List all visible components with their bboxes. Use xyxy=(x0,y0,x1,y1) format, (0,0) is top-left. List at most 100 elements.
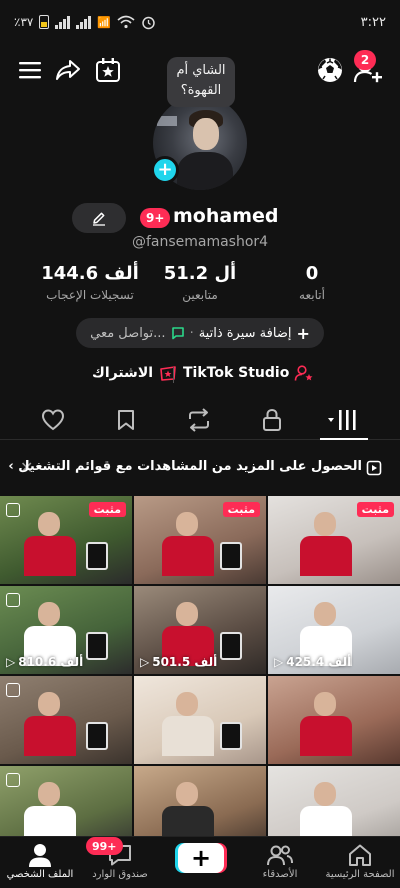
nav-profile[interactable]: الملف الشخصي xyxy=(0,841,80,880)
play-icon: ▷ xyxy=(274,655,284,669)
play-icon: ▷ xyxy=(6,655,16,669)
add-bio-label[interactable]: إضافة سيرة ذاتية xyxy=(199,326,292,341)
thumbnail-person-head xyxy=(38,512,60,536)
pencil-icon xyxy=(93,212,105,226)
tab-favorites[interactable] xyxy=(111,406,141,434)
select-checkbox[interactable] xyxy=(6,593,20,607)
video-thumbnail[interactable] xyxy=(134,766,266,838)
status-bar: ٪٣٧ 📶 ٣:٢٢ xyxy=(0,0,400,44)
create-plus-icon: + xyxy=(190,844,212,872)
inbox-badge: 99+ xyxy=(86,837,123,855)
video-thumbnail[interactable]: مثبت xyxy=(134,496,266,584)
nav-friends[interactable]: الأصدقاء xyxy=(240,841,320,880)
notification-badge: 2 xyxy=(354,50,376,70)
followers-count: 51.2 أل xyxy=(163,263,237,284)
thumbnail-person-head xyxy=(314,602,336,626)
thumbnail-jersey xyxy=(300,536,352,576)
select-checkbox[interactable] xyxy=(6,503,20,517)
plus-icon: + xyxy=(296,323,310,343)
followers-label: متابعين xyxy=(182,288,218,302)
thumbnail-phone-overlay xyxy=(86,542,108,570)
profile-note-bubble[interactable]: الشاي أم القهوة؟ xyxy=(167,57,235,107)
thumbnail-phone-overlay xyxy=(220,722,242,750)
battery-percent: ٪٣٧ xyxy=(14,15,34,29)
links-divider xyxy=(173,367,174,383)
select-checkbox[interactable] xyxy=(6,683,20,697)
signal-icon xyxy=(55,15,71,29)
edit-profile-button[interactable] xyxy=(72,203,126,233)
avatar-add-button[interactable]: + xyxy=(151,156,179,184)
volte-icon: 📶 xyxy=(97,15,112,29)
friends-icon xyxy=(267,845,293,866)
stats-row: 0 أتابعه 51.2 أل متابعين 144.6 ألف تسجيل… xyxy=(0,263,400,305)
video-thumbnail[interactable] xyxy=(0,766,132,838)
video-thumbnail[interactable] xyxy=(268,766,400,838)
repost-icon xyxy=(189,408,209,432)
content-tabs xyxy=(0,400,400,440)
menu-button[interactable] xyxy=(14,54,46,86)
thumbnail-person-head xyxy=(176,512,198,536)
thumbnail-person-head xyxy=(38,692,60,716)
video-thumbnail[interactable] xyxy=(134,676,266,764)
video-thumbnail[interactable]: ▷ 501.5 ألف xyxy=(134,586,266,674)
avatar-face xyxy=(193,118,219,150)
thumbnail-jersey xyxy=(24,716,76,756)
heart-icon xyxy=(41,409,65,431)
video-thumbnail[interactable] xyxy=(0,676,132,764)
stat-following[interactable]: 0 أتابعه xyxy=(252,263,372,302)
bio-contact-pill: تواصل معي... · إضافة سيرة ذاتية + xyxy=(76,318,324,348)
active-tab-indicator xyxy=(320,438,368,440)
thumbnail-person-head xyxy=(314,512,336,536)
status-icons: ٪٣٧ 📶 xyxy=(14,15,156,30)
video-thumbnail[interactable]: ▷ 425.4 ألف xyxy=(268,586,400,674)
thumbnail-jersey xyxy=(162,716,214,756)
thumbnail-jersey xyxy=(24,536,76,576)
pinned-badge: مثبت xyxy=(222,502,260,517)
avatar-container[interactable]: + xyxy=(151,96,247,190)
playlist-banner-text: الحصول على المزيد من المشاهدات مع قوائم … xyxy=(8,459,362,474)
tab-private[interactable] xyxy=(257,406,287,434)
thumbnail-person-head xyxy=(176,602,198,626)
video-thumbnail[interactable]: مثبت xyxy=(268,496,400,584)
following-label: أتابعه xyxy=(299,288,325,302)
tab-reposts[interactable] xyxy=(184,406,214,434)
thumbnail-person-head xyxy=(38,782,60,806)
thumbnail-person-head xyxy=(38,602,60,626)
tiktok-studio-label: TikTok Studio xyxy=(183,365,290,381)
tab-videos[interactable] xyxy=(326,406,362,434)
bio-separator: · xyxy=(189,325,194,341)
grid-videos-icon xyxy=(328,410,356,430)
stat-followers[interactable]: 51.2 أل متابعين xyxy=(140,263,260,302)
subscription-link[interactable]: الاشتراك xyxy=(92,364,178,382)
contact-label[interactable]: تواصل معي... xyxy=(90,326,165,341)
video-thumbnail[interactable]: مثبت xyxy=(0,496,132,584)
message-badge[interactable]: 9+ xyxy=(140,208,171,228)
football-icon xyxy=(318,58,342,82)
football-button[interactable] xyxy=(314,54,346,86)
thumbnail-jersey xyxy=(24,806,76,838)
thumbnail-jersey xyxy=(162,536,214,576)
share-profile-button[interactable] xyxy=(52,54,84,86)
studio-person-icon xyxy=(295,365,313,381)
bottom-nav: الصفحة الرئيسية الأصدقاء + صندوق الوارد … xyxy=(0,836,400,888)
playlist-banner[interactable]: ✕ الحصول على المزيد من المشاهدات مع قوائ… xyxy=(0,452,400,484)
view-count: ▷ 810.6 ألف xyxy=(6,655,84,669)
thumbnail-person-head xyxy=(176,692,198,716)
avatar-body xyxy=(177,152,233,190)
select-checkbox[interactable] xyxy=(6,773,20,787)
create-button[interactable]: + xyxy=(178,843,224,873)
video-thumbnail[interactable]: ▷ 810.6 ألف xyxy=(0,586,132,674)
creator-calendar-button[interactable] xyxy=(92,54,124,86)
stat-likes[interactable]: 144.6 ألف تسجيلات الإعجاب xyxy=(30,263,150,302)
links-row: الاشتراك TikTok Studio xyxy=(0,364,400,386)
video-thumbnail[interactable] xyxy=(268,676,400,764)
add-friends-button[interactable]: 2 xyxy=(352,50,384,86)
nav-home[interactable]: الصفحة الرئيسية xyxy=(320,841,400,880)
view-count: ▷ 425.4 ألف xyxy=(274,655,352,669)
likes-label: تسجيلات الإعجاب xyxy=(46,288,134,302)
user-handle[interactable]: @fansemamashor4 xyxy=(0,234,400,250)
alarm-icon xyxy=(142,16,155,29)
tab-liked[interactable] xyxy=(38,406,68,434)
nav-home-label: الصفحة الرئيسية xyxy=(325,869,395,880)
tiktok-studio-link[interactable]: TikTok Studio xyxy=(183,364,314,382)
